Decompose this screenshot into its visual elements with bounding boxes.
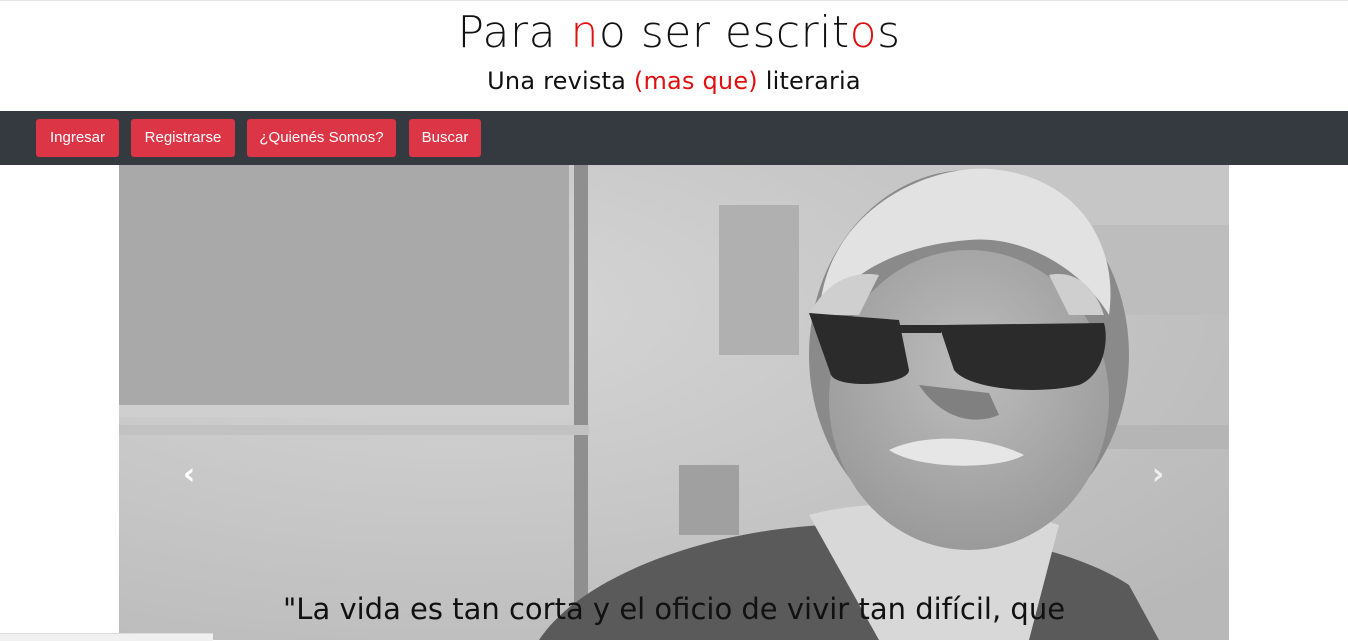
site-subtitle-accent: (mas que): [633, 67, 758, 95]
carousel-caption-quote: "La vida es tan corta y el oficio de viv…: [282, 592, 1066, 626]
site-title-accent: n: [570, 7, 599, 58]
hero-carousel: ‹ › "La vida es tan corta y el oficio de…: [119, 165, 1229, 640]
main-navbar: Ingresar Registrarse ¿Quienés Somos? Bus…: [0, 111, 1348, 165]
site-title-part: Para: [457, 7, 571, 58]
site-title-part: s: [877, 7, 901, 58]
carousel-slide-image: [119, 165, 1229, 640]
register-button[interactable]: Registrarse: [131, 119, 235, 157]
carousel-next-icon[interactable]: ›: [1143, 460, 1173, 490]
search-button[interactable]: Buscar: [409, 119, 481, 157]
site-subtitle-part: Una revista: [487, 67, 634, 95]
about-us-button[interactable]: ¿Quienés Somos?: [247, 119, 396, 157]
site-header: Para no ser escritos Una revista (mas qu…: [0, 1, 1348, 111]
site-title[interactable]: Para no ser escritos: [0, 5, 1348, 61]
site-subtitle-part: literaria: [757, 67, 861, 95]
site-title-accent: o: [849, 7, 878, 58]
carousel-prev-icon[interactable]: ‹: [174, 460, 204, 490]
site-subtitle: Una revista (mas que) literaria: [0, 65, 1348, 97]
login-button[interactable]: Ingresar: [36, 119, 119, 157]
site-title-part: o ser escrit: [598, 7, 850, 58]
